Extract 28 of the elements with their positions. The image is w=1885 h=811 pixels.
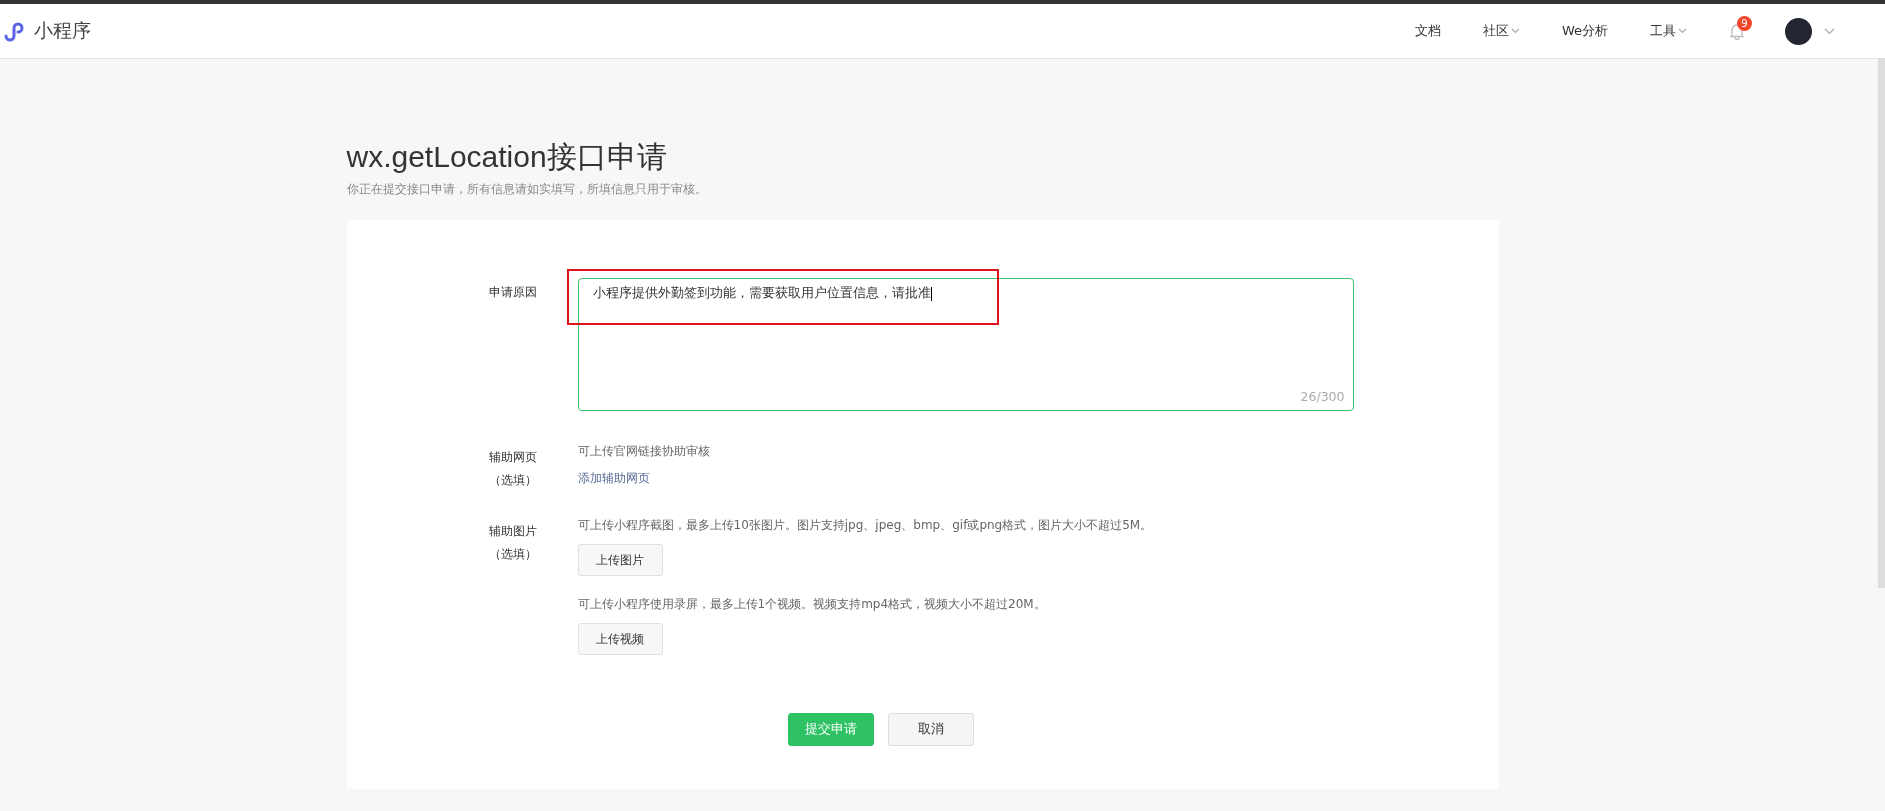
upload-button[interactable]: 上传图片 [577,544,663,576]
logo-text: 小程序 [34,18,91,43]
caret-icon[interactable] [1510,28,1520,34]
hint-text: 可上传小程序截图，最多上传10张图片。图片支持jpg、jpeg、bmp、gif或png格式，图片大小不超过5M。 [577,517,1153,534]
nav-link[interactable]: We分析 [1561,22,1608,40]
hint-text: 可上传小程序使用录屏，最多上传1个视频。视频支持mp4格式，视频大小不超过20M。 [577,596,1046,613]
char-counter: 26/300 [1300,389,1345,404]
field-label: 辅助图片 [488,523,538,540]
upload-button[interactable]: 上传视频 [577,623,663,655]
reason-textarea[interactable]: 小程序提供外勤签到功能，需要获取用户位置信息，请批准 26/300 [577,278,1354,411]
caret-icon[interactable] [1678,28,1687,34]
notification-badge: 9 [1737,15,1752,31]
page-subtitle: 你正在提交接口申请，所有信息请如实填写，所填信息只用于审核。 [346,182,708,197]
field-label: 辅助网页 [488,449,538,466]
add-webpage-link[interactable]: 添加辅助网页 [577,470,710,487]
avatar[interactable] [1785,17,1812,45]
nav-link[interactable]: 工具 [1650,22,1687,40]
logo-icon [2,20,26,42]
field-label: （选填） [488,472,538,489]
nav-link[interactable]: 社区 [1482,22,1520,40]
field-label: 申请原因 [488,284,538,301]
textarea-value: 小程序提供外勤签到功能，需要获取用户位置信息，请批准 [592,285,931,300]
nav-link[interactable]: 文档 [1414,22,1441,40]
hint-text: 可上传官网链接协助审核 [577,443,710,460]
caret-icon[interactable] [1824,27,1835,35]
page-title: wx.getLocation接口申请 [346,139,668,175]
cancel-button[interactable]: 取消 [887,713,974,746]
field-label: （选填） [488,546,538,563]
